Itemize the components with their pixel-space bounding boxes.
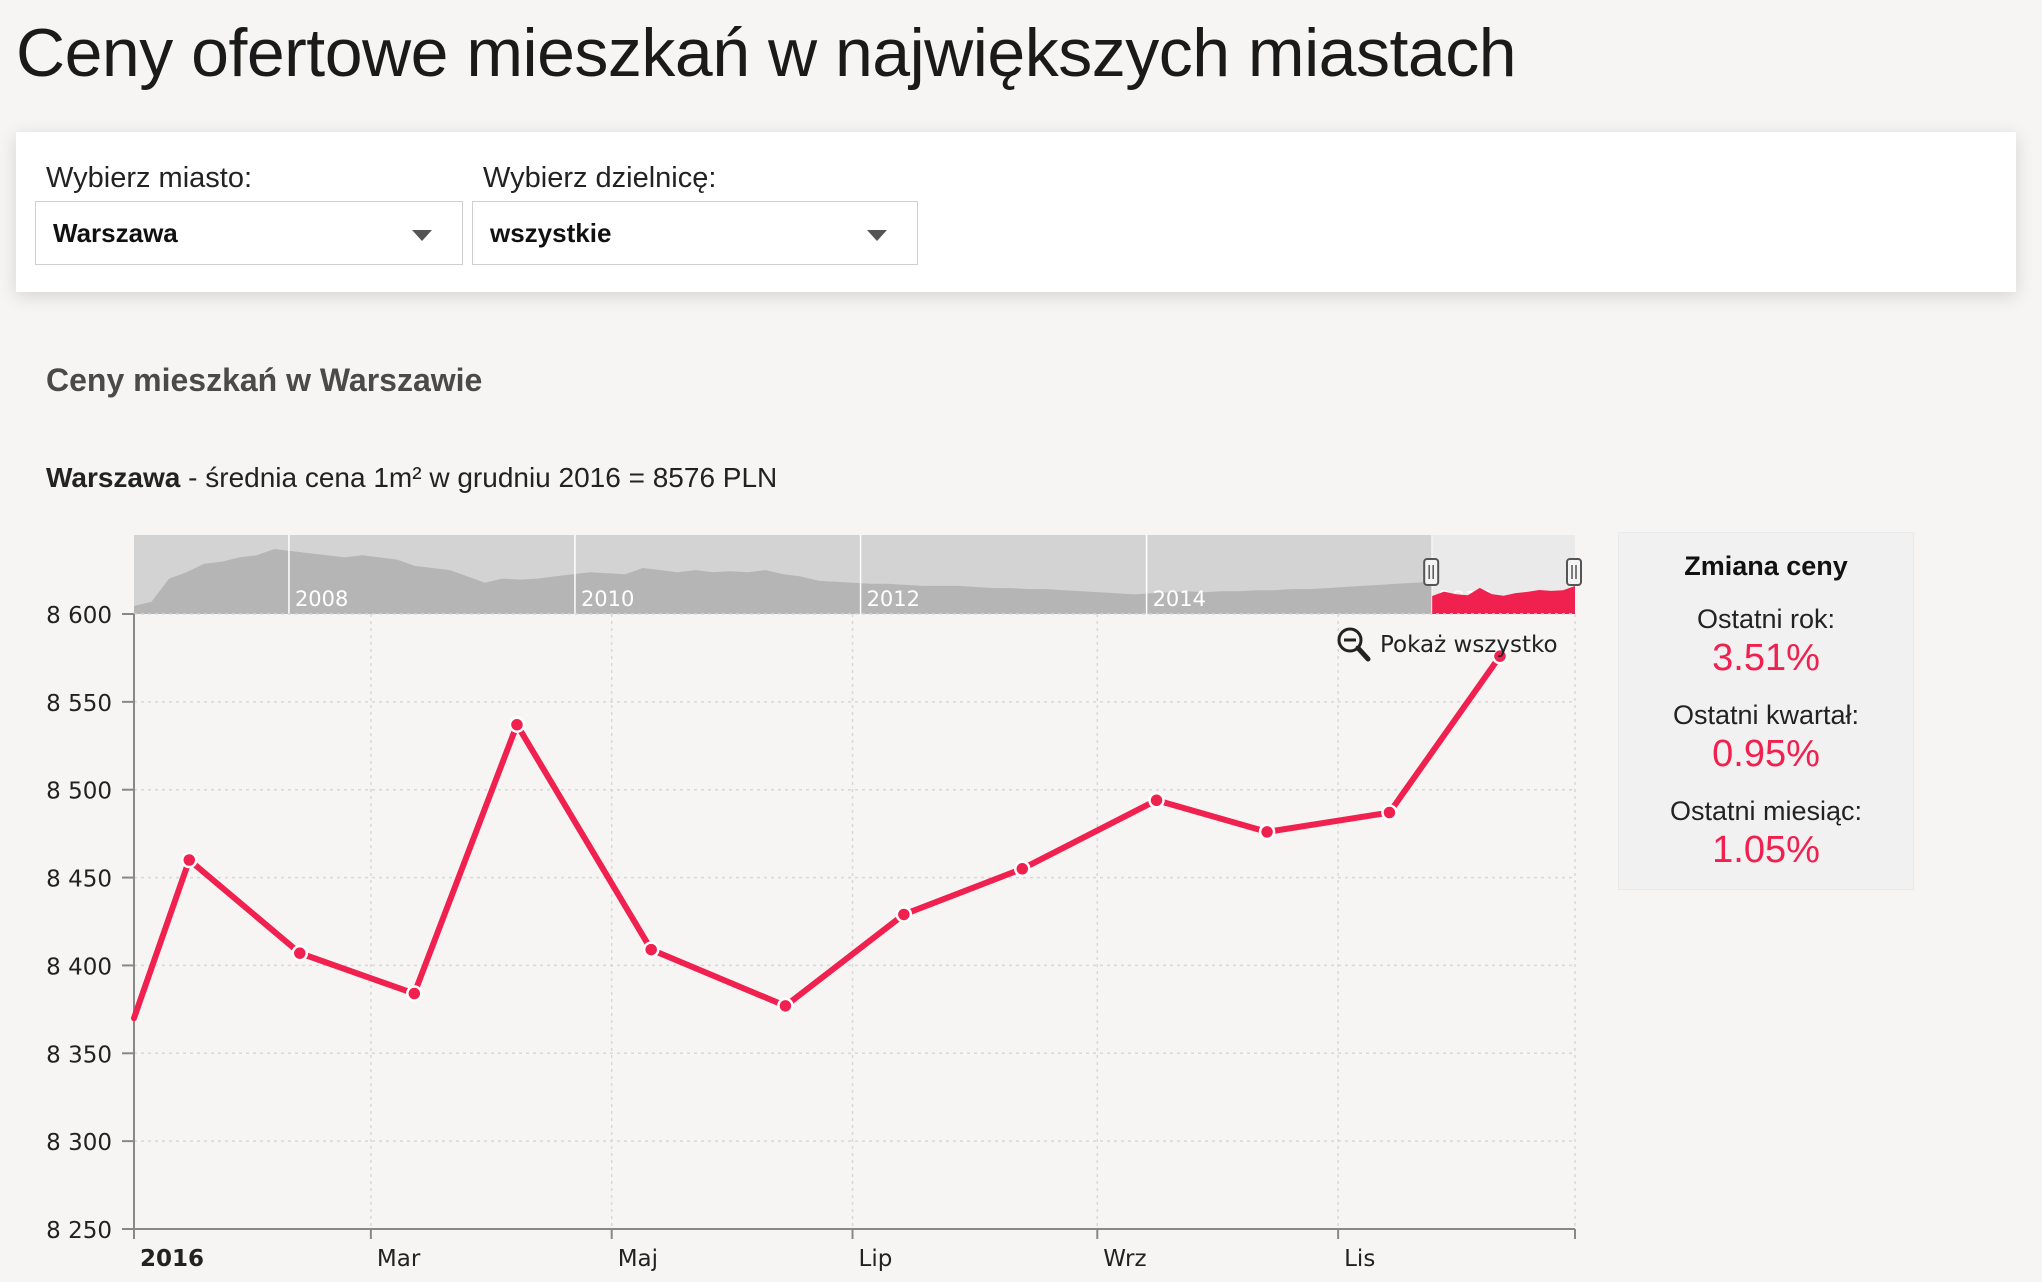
- data-point: [181, 851, 198, 869]
- y-tick-label: 8 450: [46, 867, 112, 893]
- series-line: [131, 647, 1509, 1022]
- series-path: [131, 653, 1503, 1022]
- data-point: [1014, 860, 1031, 878]
- data-point: [406, 985, 423, 1002]
- y-tick-label: 8 300: [46, 1130, 112, 1156]
- chart-axes: 8 250 8 300 8 350 8 400 8 450 8 500 8 550 8 600…: [46, 603, 1576, 1272]
- data-point: [1258, 823, 1276, 841]
- x-tick-label: Lip: [859, 1246, 893, 1272]
- data-point: [1148, 792, 1165, 809]
- stat-month-label: Ostatni miesiąc:: [1669, 796, 1863, 826]
- x-tick-label: Lis: [1344, 1246, 1375, 1272]
- data-point: [777, 997, 794, 1015]
- navigator-year-label: 2014: [1153, 587, 1206, 611]
- navigator-year-label: 2012: [867, 587, 920, 611]
- y-tick-label: 8 600: [46, 603, 112, 629]
- data-point: [642, 941, 660, 958]
- navigator-year-label: 2008: [295, 587, 348, 611]
- stat-year-label: Ostatni rok:: [1696, 604, 1836, 634]
- stat-quarter-value: 0.95%: [1712, 733, 1820, 775]
- x-tick-label: Mar: [377, 1246, 421, 1272]
- stat-month-value: 1.05%: [1712, 829, 1820, 871]
- y-tick-label: 8 350: [46, 1042, 112, 1068]
- y-tick-label: 8 250: [46, 1218, 112, 1244]
- data-point: [1381, 804, 1398, 821]
- chart-grid: [134, 613, 1576, 1230]
- show-all-button[interactable]: Pokaż wszystko: [1337, 627, 1558, 662]
- navigator-year-label: 2010: [581, 587, 634, 611]
- data-point: [895, 906, 913, 923]
- x-tick-label: Wrz: [1103, 1246, 1146, 1272]
- y-tick-label: 8 400: [46, 954, 112, 980]
- y-tick-label: 8 550: [46, 691, 112, 717]
- navigator-handle[interactable]: [1423, 558, 1440, 586]
- stat-quarter-label: Ostatni kwartał:: [1672, 700, 1860, 730]
- price-change-panel: Zmiana ceny Ostatni rok: 3.51% Ostatni k…: [1618, 532, 1914, 890]
- x-tick-label: Maj: [618, 1246, 658, 1272]
- zoom-out-icon-handle: [1355, 645, 1371, 662]
- show-all-label: Pokaż wszystko: [1380, 632, 1558, 658]
- x-tick-label: 2016: [140, 1246, 204, 1272]
- y-tick-label: 8 500: [46, 779, 112, 805]
- data-point: [291, 944, 309, 962]
- data-point: [508, 716, 526, 733]
- stat-year-value: 3.51%: [1712, 637, 1820, 679]
- navigator-handle[interactable]: [1566, 558, 1582, 586]
- range-navigator[interactable]: 200820102012201420162016: [134, 535, 1582, 614]
- stats-title: Zmiana ceny: [1684, 551, 1848, 581]
